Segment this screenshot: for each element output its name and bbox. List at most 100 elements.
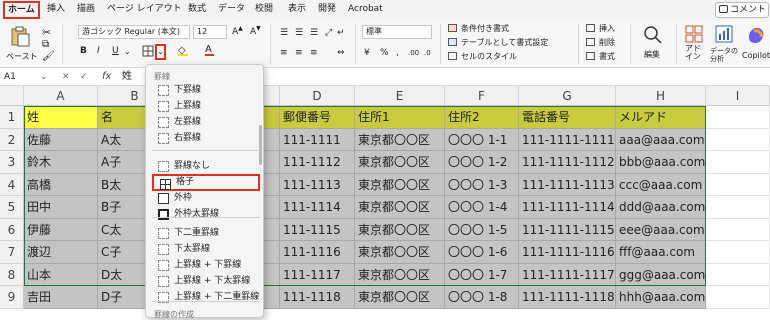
empty-cell[interactable] bbox=[706, 173, 770, 196]
border-dropdown-button[interactable]: ⌄ bbox=[155, 44, 166, 60]
header-cell[interactable]: 電話番号 bbox=[519, 106, 616, 129]
underline-button[interactable]: U bbox=[112, 46, 119, 56]
column-header[interactable]: A bbox=[24, 86, 98, 106]
table-cell[interactable]: 東京都〇〇区 bbox=[355, 263, 445, 286]
tab-insert[interactable]: 挿入 bbox=[47, 2, 65, 16]
table-cell[interactable]: 111-1111-1113 bbox=[519, 173, 616, 196]
column-header[interactable]: G bbox=[519, 86, 616, 106]
italic-button[interactable]: I bbox=[97, 46, 100, 56]
empty-cell[interactable] bbox=[706, 151, 770, 174]
menu-scroll-thumb[interactable] bbox=[259, 125, 262, 165]
table-cell[interactable]: 鈴木 bbox=[24, 151, 98, 174]
column-header[interactable]: I bbox=[706, 86, 770, 106]
table-cell[interactable]: 111-1111-1115 bbox=[519, 218, 616, 241]
table-cell[interactable]: fff@aaa.com bbox=[616, 241, 706, 264]
percent-icon[interactable]: % bbox=[380, 48, 389, 58]
table-cell[interactable]: 〇〇〇 1-1 bbox=[445, 128, 519, 151]
row-header[interactable]: 4 bbox=[0, 173, 24, 196]
table-cell[interactable]: ccc@aaa.com bbox=[616, 173, 706, 196]
table-cell[interactable]: 田中 bbox=[24, 196, 98, 219]
column-header[interactable]: E bbox=[355, 86, 445, 106]
table-cell[interactable]: 111-1111-1112 bbox=[519, 151, 616, 174]
comment-button[interactable]: コメント bbox=[715, 2, 769, 18]
table-cell[interactable]: 〇〇〇 1-7 bbox=[445, 263, 519, 286]
border-menu-item[interactable]: 下太罫線 bbox=[152, 241, 260, 257]
fill-color-icon[interactable]: ◇ bbox=[178, 45, 188, 56]
row-header[interactable]: 1 bbox=[0, 106, 24, 129]
tab-review[interactable]: 校閲 bbox=[255, 2, 273, 16]
decrease-decimal-icon[interactable]: .0 bbox=[424, 49, 431, 57]
table-cell[interactable]: 111-1116 bbox=[280, 241, 355, 264]
table-cell[interactable]: 111-1113 bbox=[280, 173, 355, 196]
tab-view[interactable]: 表示 bbox=[288, 2, 306, 16]
table-cell[interactable]: 111-1118 bbox=[280, 286, 355, 309]
table-cell[interactable]: 東京都〇〇区 bbox=[355, 218, 445, 241]
row-header[interactable]: 6 bbox=[0, 218, 24, 241]
border-menu-item[interactable]: 上罫線 bbox=[152, 98, 260, 114]
empty-cell[interactable] bbox=[706, 218, 770, 241]
font-grow-icon[interactable]: A▲ bbox=[232, 25, 243, 37]
table-cell[interactable]: 111-1114 bbox=[280, 196, 355, 219]
table-cell[interactable]: eee@aaa.com bbox=[616, 218, 706, 241]
align-right-icon[interactable]: ≡ bbox=[310, 48, 318, 58]
border-menu-item[interactable]: 下罫線 bbox=[152, 82, 260, 98]
tab-developer[interactable]: 開発 bbox=[318, 2, 336, 16]
copilot-button[interactable]: Copilot bbox=[742, 23, 770, 63]
table-cell[interactable]: hhh@aaa.com bbox=[616, 286, 706, 309]
align-bottom-icon[interactable]: ☰ bbox=[310, 28, 318, 38]
empty-cell[interactable] bbox=[706, 241, 770, 264]
data-analysis-button[interactable]: データの分析 bbox=[710, 23, 738, 63]
row-header[interactable]: 7 bbox=[0, 241, 24, 264]
table-cell[interactable]: bbb@aaa.com bbox=[616, 151, 706, 174]
border-button[interactable] bbox=[142, 45, 154, 57]
table-cell[interactable]: 111-1111-1117 bbox=[519, 263, 616, 286]
table-cell[interactable]: 〇〇〇 1-3 bbox=[445, 173, 519, 196]
confirm-icon[interactable]: ✓ bbox=[80, 70, 88, 84]
align-left-icon[interactable]: ≡ bbox=[280, 48, 288, 58]
header-cell[interactable]: 住所2 bbox=[445, 106, 519, 129]
align-middle-icon[interactable]: ☰ bbox=[295, 28, 303, 38]
table-cell[interactable]: 東京都〇〇区 bbox=[355, 128, 445, 151]
wrap-text-icon[interactable]: ↵ bbox=[337, 28, 345, 38]
tab-draw[interactable]: 描画 bbox=[77, 2, 95, 16]
table-cell[interactable]: 〇〇〇 1-4 bbox=[445, 196, 519, 219]
empty-cell[interactable] bbox=[706, 106, 770, 129]
name-box[interactable]: A1 bbox=[4, 70, 16, 84]
cut-icon[interactable]: ✂ bbox=[42, 26, 51, 39]
table-cell[interactable]: 東京都〇〇区 bbox=[355, 241, 445, 264]
empty-cell[interactable] bbox=[706, 196, 770, 219]
column-header[interactable]: F bbox=[445, 86, 519, 106]
orientation-icon[interactable]: ⤢ bbox=[325, 28, 332, 38]
table-cell[interactable]: 〇〇〇 1-8 bbox=[445, 286, 519, 309]
font-color-icon[interactable]: A bbox=[205, 44, 214, 56]
table-cell[interactable]: 111-1111-1111 bbox=[519, 128, 616, 151]
row-header[interactable]: 5 bbox=[0, 196, 24, 219]
bold-button[interactable]: B bbox=[80, 46, 87, 56]
tab-acrobat[interactable]: Acrobat bbox=[348, 2, 383, 16]
underline-dropdown-icon[interactable]: ⌄ bbox=[124, 47, 131, 56]
font-size-select[interactable]: 12 bbox=[193, 25, 227, 39]
border-menu-item[interactable]: 右罫線 bbox=[152, 130, 260, 146]
row-header[interactable]: 8 bbox=[0, 263, 24, 286]
border-menu-item[interactable]: 左罫線 bbox=[152, 114, 260, 130]
row-header[interactable]: 3 bbox=[0, 151, 24, 174]
align-top-icon[interactable]: ☰ bbox=[280, 28, 288, 38]
tab-formulas[interactable]: 数式 bbox=[188, 2, 206, 16]
border-menu-item[interactable]: 外枠太罫線 bbox=[152, 206, 260, 222]
table-cell[interactable]: 〇〇〇 1-2 bbox=[445, 151, 519, 174]
font-shrink-icon[interactable]: A▼ bbox=[250, 25, 261, 37]
name-box-dropdown-icon[interactable]: ⌄ bbox=[40, 70, 48, 84]
table-cell[interactable]: aaa@aaa.com bbox=[616, 128, 706, 151]
table-cell[interactable]: 東京都〇〇区 bbox=[355, 286, 445, 309]
table-cell[interactable]: 111-1111-1116 bbox=[519, 241, 616, 264]
tab-data[interactable]: データ bbox=[218, 2, 245, 16]
align-center-icon[interactable]: ≡ bbox=[295, 48, 303, 58]
table-cell[interactable]: 伊藤 bbox=[24, 218, 98, 241]
copy-icon[interactable]: ⧉ bbox=[42, 39, 49, 50]
comma-style-icon[interactable]: , bbox=[396, 48, 399, 58]
select-all-corner[interactable] bbox=[0, 86, 24, 106]
table-cell[interactable]: 渡辺 bbox=[24, 241, 98, 264]
empty-cell[interactable] bbox=[706, 128, 770, 151]
table-cell[interactable]: 111-1117 bbox=[280, 263, 355, 286]
column-header[interactable]: D bbox=[280, 86, 355, 106]
